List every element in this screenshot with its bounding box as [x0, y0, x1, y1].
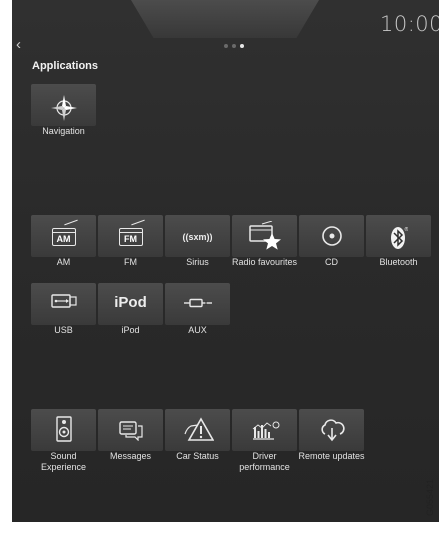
- app-tile-sound-experience[interactable]: Sound Experience: [31, 409, 96, 481]
- radio-favourites-icon: [232, 220, 297, 259]
- app-tile-fm[interactable]: FM FM: [98, 215, 163, 287]
- app-tile-radio-favourites[interactable]: Radio favourites: [232, 215, 297, 287]
- tile-label: Driver performance: [239, 451, 290, 472]
- app-tile-remote-updates[interactable]: Remote updates: [298, 409, 365, 481]
- am-icon-text: AM: [56, 233, 71, 244]
- section-heading: Applications: [32, 60, 99, 72]
- app-screen: 10:00 ‹ Applications Navigation AM AM FM…: [12, 0, 439, 522]
- car-status-warning-icon: [165, 416, 230, 450]
- app-tile-ipod[interactable]: iPod iPod: [98, 283, 163, 355]
- tile-label: Navigation: [42, 126, 85, 136]
- tile-label: FM: [124, 257, 137, 267]
- back-chevron-icon[interactable]: ‹: [16, 36, 21, 53]
- app-tile-aux[interactable]: AUX: [165, 283, 230, 355]
- clock: 10:00: [379, 12, 439, 36]
- navigation-compass-icon: [31, 94, 96, 130]
- fm-radio-icon: FM: [98, 219, 163, 249]
- tile-label: Sound Experience: [40, 451, 87, 472]
- app-tile-messages[interactable]: Messages: [98, 409, 163, 481]
- drag-handle-icon: [336, 14, 354, 22]
- driver-performance-icon: [232, 419, 297, 449]
- messages-icon: [98, 419, 163, 449]
- sxm-icon: ((sxm)): [182, 232, 213, 242]
- tile-label: AUX: [188, 325, 207, 335]
- tile-label: USB: [54, 325, 73, 335]
- cloud-download-icon: [299, 419, 364, 451]
- tile-label: Messages: [109, 451, 152, 461]
- am-radio-icon: AM: [31, 219, 96, 249]
- tile-label: Sirius: [186, 257, 209, 267]
- tile-label: AM: [56, 257, 71, 267]
- reference-code: G055421: [422, 472, 438, 518]
- bluetooth-icon: ®: [366, 225, 431, 259]
- page-dot: [224, 44, 228, 48]
- aux-icon: [165, 293, 230, 317]
- ipod-icon: iPod: [114, 294, 147, 311]
- svg-text:®: ®: [404, 226, 408, 233]
- reference-code-text: G055421: [425, 479, 435, 516]
- page-indicator: [224, 44, 244, 48]
- top-pull-tab[interactable]: [131, 0, 319, 38]
- tile-label: iPod: [121, 325, 140, 335]
- tile-label: Bluetooth: [379, 257, 418, 267]
- app-tile-am[interactable]: AM AM: [31, 215, 96, 287]
- app-tile-bluetooth[interactable]: ® Bluetooth: [366, 215, 431, 287]
- tile-label: Car Status: [176, 451, 219, 461]
- page-dot-active: [240, 44, 244, 48]
- page-dot: [232, 44, 236, 48]
- app-tile-navigation[interactable]: Navigation: [31, 84, 96, 156]
- tile-label: CD: [325, 257, 338, 267]
- app-tile-car-status[interactable]: Car Status: [165, 409, 230, 481]
- app-tile-usb[interactable]: USB: [31, 283, 96, 355]
- speaker-icon: [31, 416, 96, 450]
- app-tile-sirius[interactable]: ((sxm)) Sirius: [165, 215, 230, 287]
- fm-icon-text: FM: [124, 233, 137, 244]
- tile-label: Radio favourites: [231, 257, 298, 267]
- tile-label: Remote updates: [298, 451, 365, 461]
- app-tile-driver-performance[interactable]: Driver performance: [232, 409, 297, 481]
- cd-icon: [299, 225, 364, 255]
- app-tile-cd[interactable]: CD: [299, 215, 364, 287]
- usb-icon: [31, 293, 96, 317]
